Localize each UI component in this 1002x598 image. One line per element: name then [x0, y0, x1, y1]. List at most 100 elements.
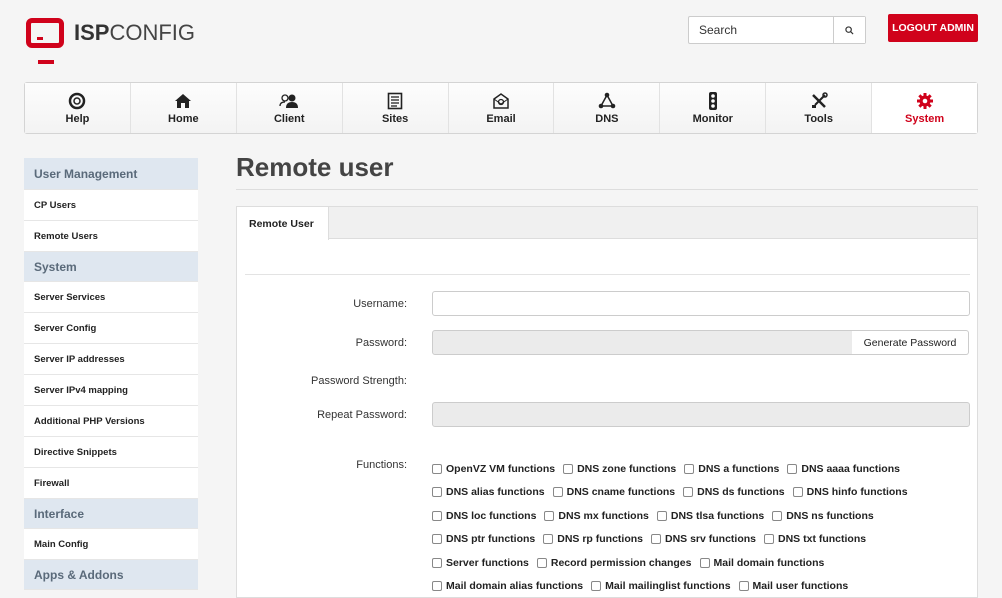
search-input[interactable] — [689, 17, 833, 43]
function-label: Mail domain functions — [713, 556, 825, 569]
sidebar-item-additional-php-versions[interactable]: Additional PHP Versions — [24, 406, 198, 437]
function-checkbox[interactable] — [764, 534, 775, 545]
dns-icon — [598, 92, 616, 109]
logo-monitor-icon — [26, 18, 64, 48]
function-checkbox[interactable] — [543, 534, 554, 545]
function-checkbox[interactable] — [552, 487, 563, 498]
function-label: Record permission changes — [550, 556, 692, 569]
nav-system[interactable]: System — [872, 83, 978, 133]
function-checkbox[interactable] — [651, 534, 661, 545]
nav-client[interactable]: Client — [236, 83, 343, 133]
sidebar-item-server-config[interactable]: Server Config — [24, 313, 198, 344]
logo[interactable]: ISPCONFIG — [26, 18, 195, 64]
function-option[interactable]: DNS loc functions — [432, 510, 536, 522]
logout-button[interactable]: LOGOUT ADMIN — [888, 14, 978, 42]
function-checkbox[interactable] — [738, 581, 749, 592]
function-option[interactable]: DNS txt functions — [764, 533, 866, 545]
function-option[interactable]: DNS cname functions — [552, 486, 675, 498]
function-option[interactable]: DNS alias functions — [432, 486, 545, 498]
function-option[interactable]: DNS a functions — [684, 463, 779, 475]
function-option[interactable]: DNS tlsa functions — [656, 509, 765, 522]
function-option[interactable]: Mail domain functions — [699, 556, 825, 569]
nav-label: Sites — [381, 113, 409, 125]
function-option[interactable]: DNS ds functions — [683, 486, 785, 498]
function-option[interactable]: DNS mx functions — [544, 510, 649, 522]
function-option[interactable]: DNS rp functions — [543, 533, 643, 545]
nav-sites[interactable]: Sites — [342, 83, 449, 133]
sidebar-item-server-ip-addresses[interactable]: Server IP addresses — [24, 344, 198, 375]
nav-email[interactable]: Email — [448, 83, 555, 133]
nav-label: Help — [65, 113, 90, 125]
divider — [236, 189, 978, 190]
nav-label: Home — [168, 113, 199, 125]
function-label: DNS a functions — [698, 462, 780, 475]
function-label: DNS alias functions — [446, 486, 545, 499]
function-option[interactable]: DNS aaaa functions — [787, 463, 900, 475]
function-checkbox[interactable] — [563, 463, 574, 474]
sidebar-item-main-config[interactable]: Main Config — [24, 529, 198, 560]
password-label: Password: — [355, 337, 407, 349]
function-checkbox[interactable] — [787, 463, 798, 474]
function-label: DNS tlsa functions — [670, 509, 765, 522]
function-label: DNS ns functions — [786, 509, 874, 522]
sidebar-item-server-services[interactable]: Server Services — [24, 282, 198, 313]
sidebar-item-directive-snippets[interactable]: Directive Snippets — [24, 437, 198, 468]
monitor-icon — [708, 92, 717, 110]
function-checkbox[interactable] — [432, 510, 442, 521]
nav-label: Monitor — [692, 113, 733, 125]
username-field[interactable] — [432, 291, 970, 316]
function-checkbox[interactable] — [683, 487, 694, 498]
function-option[interactable]: Mail user functions — [738, 580, 848, 592]
function-checkbox[interactable] — [432, 557, 442, 568]
nav-dns[interactable]: DNS — [554, 83, 661, 133]
function-label: Mail domain alias functions — [446, 580, 584, 593]
nav-tools[interactable]: Tools — [766, 83, 873, 133]
generate-password-button[interactable]: Generate Password — [852, 330, 969, 355]
sidebar-item-firewall[interactable]: Firewall — [24, 468, 198, 499]
function-checkbox[interactable] — [432, 534, 442, 545]
form-panel: Remote User Username: Password: Generate… — [236, 206, 978, 598]
password-field[interactable] — [432, 330, 853, 355]
function-option[interactable]: DNS zone functions — [563, 463, 676, 475]
function-checkbox[interactable] — [536, 557, 547, 568]
function-label: DNS rp functions — [557, 533, 643, 546]
function-checkbox[interactable] — [591, 581, 602, 592]
function-checkbox[interactable] — [432, 487, 442, 498]
function-checkbox[interactable] — [684, 463, 695, 474]
repeat-password-field[interactable] — [432, 402, 970, 427]
function-option[interactable]: Mail domain alias functions — [432, 580, 583, 592]
nav-monitor[interactable]: Monitor — [660, 83, 767, 133]
repeat-password-label: Repeat Password: — [317, 409, 407, 421]
function-option[interactable]: Mail mailinglist functions — [591, 580, 731, 592]
functions-label: Functions: — [356, 459, 407, 471]
function-option[interactable]: Record permission changes — [536, 556, 692, 569]
sidebar-category-interface: Interface — [24, 499, 198, 529]
sidebar-category-user-management: User Management — [24, 158, 198, 190]
function-option[interactable]: OpenVZ VM functions — [432, 463, 555, 475]
sidebar-item-server-ipv4-mapping[interactable]: Server IPv4 mapping — [24, 375, 198, 406]
search-icon — [845, 25, 854, 35]
nav-label: Email — [486, 113, 516, 125]
function-checkbox[interactable] — [656, 510, 667, 521]
function-checkbox[interactable] — [432, 581, 442, 592]
function-checkbox[interactable] — [544, 510, 555, 521]
search-button[interactable] — [833, 17, 865, 43]
function-option[interactable]: DNS srv functions — [651, 533, 756, 545]
nav-home[interactable]: Home — [130, 83, 237, 133]
home-icon — [175, 94, 192, 108]
function-checkbox[interactable] — [699, 557, 710, 568]
function-option[interactable]: DNS ns functions — [772, 510, 874, 522]
tab-remote-user[interactable]: Remote User — [237, 207, 329, 240]
functions-row: DNS ptr functions DNS rp functions DNS srv… — [432, 528, 972, 552]
function-option[interactable]: Server functions — [432, 557, 529, 569]
function-checkbox[interactable] — [772, 510, 783, 521]
functions-checkbox-group: OpenVZ VM functions DNS zone functions DNS… — [432, 457, 972, 598]
nav-help[interactable]: Help — [25, 83, 131, 133]
sidebar-item-cp-users[interactable]: CP Users — [24, 190, 198, 221]
function-option[interactable]: DNS hinfo functions — [792, 486, 908, 498]
function-checkbox[interactable] — [432, 463, 442, 474]
function-checkbox[interactable] — [792, 487, 803, 498]
tab-bar: Remote User — [237, 207, 977, 240]
function-option[interactable]: DNS ptr functions — [432, 533, 535, 545]
sidebar-item-remote-users[interactable]: Remote Users — [24, 221, 198, 252]
